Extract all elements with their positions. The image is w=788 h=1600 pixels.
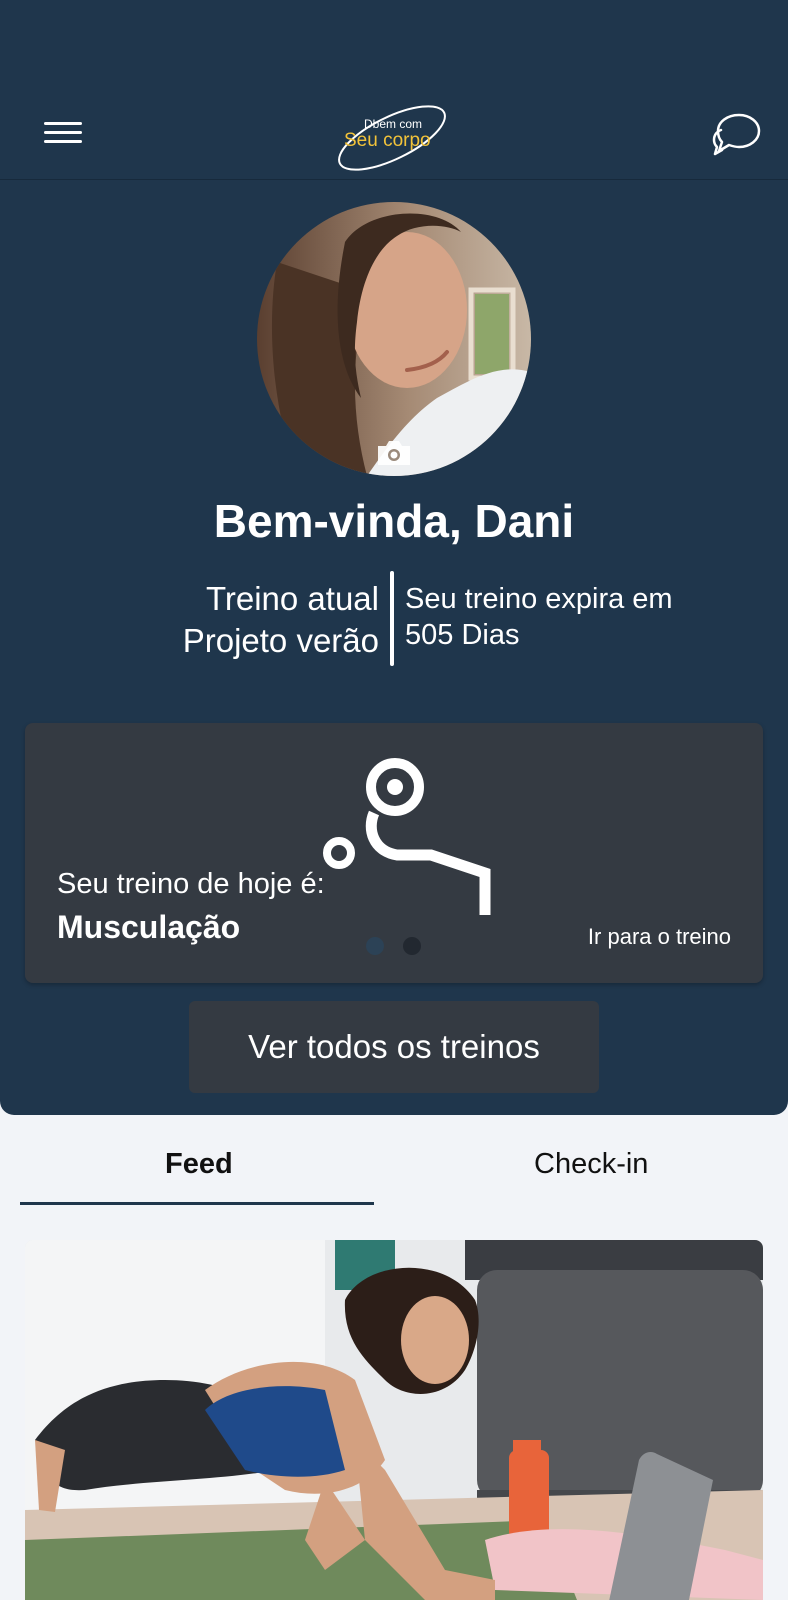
current-training: Treino atual Projeto verão bbox=[183, 578, 379, 662]
current-training-name: Projeto verão bbox=[182, 622, 379, 659]
tab-bar: Feed Check-in bbox=[0, 1140, 788, 1210]
carousel-dot[interactable] bbox=[403, 937, 421, 955]
welcome-heading: Bem-vinda, Dani bbox=[213, 495, 575, 547]
go-to-training-link[interactable]: Ir para o treino bbox=[588, 924, 731, 950]
logo-large-text: Seu corpo bbox=[344, 130, 431, 151]
expiry-label: Seu treino expira em bbox=[405, 583, 673, 615]
tab-checkin[interactable]: Check-in bbox=[534, 1148, 648, 1181]
bench-press-icon bbox=[323, 758, 491, 915]
active-tab-indicator bbox=[20, 1202, 374, 1205]
header-divider bbox=[390, 571, 394, 666]
expiry-value: 505 Dias bbox=[405, 619, 520, 651]
today-training-title: Musculação bbox=[57, 909, 241, 945]
current-training-label: Treino atual bbox=[205, 580, 379, 617]
menu-icon bbox=[44, 122, 82, 125]
tab-feed[interactable]: Feed bbox=[165, 1148, 233, 1181]
menu-icon-line bbox=[44, 140, 82, 143]
logo-small-text: Dbem com bbox=[364, 117, 422, 131]
app-bar: Dbem com Seu corpo bbox=[0, 80, 788, 180]
carousel-dot-active[interactable] bbox=[366, 937, 384, 955]
today-training-subtitle: Seu treino de hoje é: bbox=[57, 868, 325, 900]
chat-button[interactable] bbox=[712, 110, 764, 158]
app-logo: Dbem com Seu corpo bbox=[338, 105, 446, 171]
menu-button[interactable] bbox=[36, 110, 90, 152]
profile-avatar[interactable] bbox=[257, 202, 531, 476]
training-expiry: Seu treino expira em 505 Dias bbox=[405, 581, 673, 653]
today-training-card[interactable]: Seu treino de hoje é: Musculação Ir para… bbox=[25, 723, 763, 983]
menu-icon-line bbox=[44, 131, 82, 134]
chat-icon bbox=[712, 113, 761, 156]
view-all-trainings-button[interactable]: Ver todos os treinos bbox=[189, 1001, 599, 1093]
camera-icon[interactable] bbox=[374, 438, 414, 468]
feed-post-image[interactable] bbox=[25, 1240, 763, 1600]
profile-header: Dbem com Seu corpo Bem-vinda, Dani Trein… bbox=[0, 0, 788, 1115]
